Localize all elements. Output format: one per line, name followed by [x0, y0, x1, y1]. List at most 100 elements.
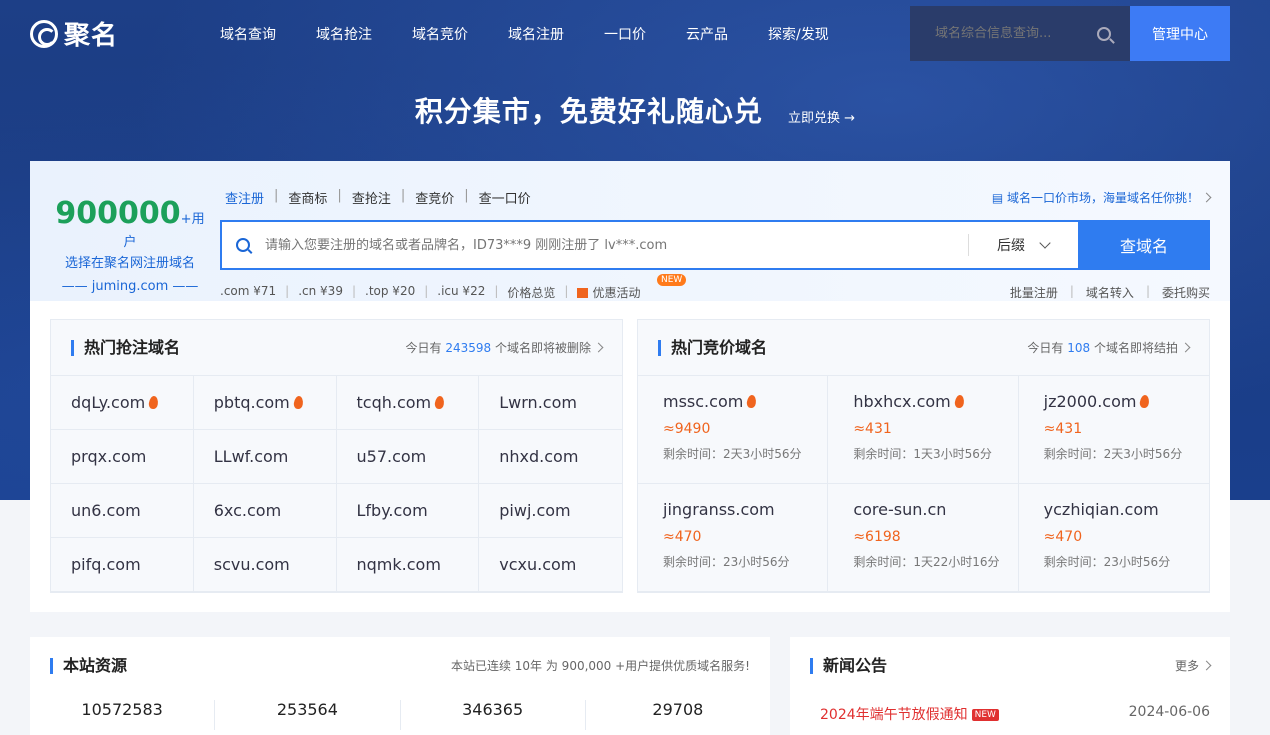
domain-name: Lwrn.com [499, 393, 577, 412]
snatch-domain-item[interactable]: nhxd.com [479, 430, 622, 484]
domain-transfer-link[interactable]: 域名转入 [1086, 284, 1134, 301]
search-icon[interactable] [1097, 26, 1111, 41]
auction-domain-item[interactable]: jz2000.com ≈431 剩余时间：2天3小时56分 [1018, 376, 1209, 484]
auction-domain-item[interactable]: yczhiqian.com ≈470 剩余时间：23小时56分 [1018, 484, 1209, 592]
search-tabs: 查注册 | 查商标 | 查抢注 | 查竞价 | 查一口价 [225, 188, 541, 207]
page-root: 聚名 域名查询 域名抢注 域名竞价 域名注册 一口价 云产品 探索/发现 管理中… [0, 0, 1270, 735]
nav-item-domain-snatch[interactable]: 域名抢注 [316, 24, 372, 44]
snatch-domain-item[interactable]: Lfby.com [336, 484, 480, 538]
tab-check-trademark[interactable]: 查商标 [278, 188, 337, 207]
price-top[interactable]: .top ¥20 [365, 284, 415, 301]
domain-search-input[interactable] [265, 237, 965, 253]
snatch-domain-item[interactable]: scvu.com [193, 538, 337, 592]
resources-title: 本站资源 [50, 657, 127, 674]
domain-name: prqx.com [71, 447, 147, 466]
news-item[interactable]: 2024年端午节放假通知 NEW 2024-06-06 [790, 674, 1230, 724]
tab-check-auction[interactable]: 查竞价 [405, 188, 464, 207]
entrusted-purchase-link[interactable]: 委托购买 [1162, 284, 1210, 301]
price-com[interactable]: .com ¥71 [220, 284, 276, 301]
suffix-dropdown[interactable]: 后缀 [968, 234, 1051, 256]
snatch-domain-item[interactable]: pbtq.com [193, 376, 337, 430]
search-icon [236, 238, 250, 252]
auction-domain-item[interactable]: core-sun.cn ≈6198 剩余时间：1天22小时16分 [828, 484, 1019, 592]
domain-name: nqmk.com [356, 555, 441, 574]
tab-check-register[interactable]: 查注册 [225, 188, 274, 207]
snatch-domain-item[interactable]: Lwrn.com [479, 376, 622, 430]
snatch-domain-item[interactable]: piwj.com [479, 484, 622, 538]
nav-item-domain-register[interactable]: 域名注册 [508, 24, 564, 44]
snatch-domain-item[interactable]: pifq.com [51, 538, 194, 592]
resource-stats: 10572583 253564 346365 29708 [30, 700, 770, 730]
top-nav-bar: 聚名 域名查询 域名抢注 域名竞价 域名注册 一口价 云产品 探索/发现 管理中… [30, 6, 1230, 61]
tab-check-snatch[interactable]: 查抢注 [342, 188, 401, 207]
snatch-domain-item[interactable]: prqx.com [51, 430, 194, 484]
auction-price: ≈9490 [663, 421, 711, 437]
auction-time-left: 剩余时间：1天22小时16分 [853, 555, 1000, 569]
auction-domain-item[interactable]: jingranss.com ≈470 剩余时间：23小时56分 [638, 484, 829, 592]
news-item-title[interactable]: 2024年端午节放假通知 [820, 707, 968, 723]
fire-icon [1139, 394, 1151, 409]
banner-redeem-link[interactable]: 立即兑换 → [788, 111, 855, 126]
nav-item-cloud[interactable]: 云产品 [686, 24, 728, 44]
chevron-right-icon [593, 342, 604, 353]
logo[interactable]: 聚名 [30, 6, 200, 61]
nav-item-domain-query[interactable]: 域名查询 [220, 24, 276, 44]
new-badge: NEW [657, 274, 687, 286]
auction-time-left: 剩余时间：23小时56分 [663, 555, 790, 569]
snatch-domain-item[interactable]: vcxu.com [479, 538, 622, 592]
search-domain-button[interactable]: 查域名 [1078, 220, 1210, 270]
hot-snatch-meta[interactable]: 今日有 243598 个域名即将被删除 [406, 339, 604, 356]
news-more-link[interactable]: 更多 [1175, 657, 1212, 674]
resources-meta: 本站已连续 10年 为 900,000 +用户提供优质域名服务! [450, 659, 750, 673]
hot-snatch-title: 热门抢注域名 [71, 339, 180, 356]
nav-item-explore[interactable]: 探索/发现 [768, 24, 829, 44]
news-item-date: 2024-06-06 [1128, 704, 1210, 720]
auction-domain-name-row: hbxhcx.com [853, 392, 1017, 411]
snatch-domain-item[interactable]: 6xc.com [193, 484, 337, 538]
stat-value: 10572583 [30, 700, 216, 730]
domain-name: yczhiqian.com [1043, 500, 1159, 519]
nav-item-fixed-price[interactable]: 一口价 [604, 24, 646, 44]
snatch-domain-item[interactable]: un6.com [51, 484, 194, 538]
nav-item-domain-auction[interactable]: 域名竞价 [412, 24, 468, 44]
tab-check-fixed-price[interactable]: 查一口价 [469, 188, 541, 207]
user-count: 900000 [55, 196, 181, 231]
main-card: 900000+用户 选择在聚名网注册域名 —— juming.com —— 查注… [30, 161, 1230, 612]
domain-search-box: 后缀 查域名 [220, 220, 1210, 270]
admin-center-button[interactable]: 管理中心 [1130, 6, 1230, 61]
auction-domain-name-row: mssc.com [663, 392, 827, 411]
auction-domain-item[interactable]: hbxhcx.com ≈431 剩余时间：1天3小时56分 [828, 376, 1019, 484]
hot-snatch-panel: 热门抢注域名 今日有 243598 个域名即将被删除 dqLy.com pbtq.… [50, 319, 623, 593]
search-section: 900000+用户 选择在聚名网注册域名 —— juming.com —— 查注… [30, 161, 1230, 301]
domain-name: jingranss.com [663, 500, 775, 519]
price-list: .com ¥71 | .cn ¥39 | .top ¥20 | .icu ¥22 | 价… [220, 284, 641, 301]
snatch-domain-item[interactable]: dqLy.com [51, 376, 194, 430]
snatch-domain-item[interactable]: nqmk.com [336, 538, 480, 592]
snatch-domain-item[interactable]: LLwf.com [193, 430, 337, 484]
auction-domain-item[interactable]: mssc.com ≈9490 剩余时间：2天3小时56分 [638, 376, 829, 484]
auction-time-left: 剩余时间：23小时56分 [1043, 555, 1171, 569]
auction-domain-name-row: jingranss.com [663, 500, 827, 519]
promotion-link[interactable]: 优惠活动 [577, 284, 640, 301]
fixed-price-market-link[interactable]: ▤ 域名一口价市场，海量域名任你挑！ [992, 189, 1212, 206]
price-overview-link[interactable]: 价格总览 [507, 284, 555, 301]
auction-price: ≈470 [1043, 529, 1083, 545]
hot-auction-meta[interactable]: 今日有 108 个域名即将结拍 [1027, 339, 1191, 356]
domain-name: Lfby.com [356, 501, 428, 520]
news-card: 新闻公告 更多 2024年端午节放假通知 NEW 2024-06-06 [790, 637, 1230, 735]
snatch-domain-item[interactable]: u57.com [336, 430, 480, 484]
hot-auction-grid: mssc.com ≈9490 剩余时间：2天3小时56分 hbxhcx.com ≈431… [638, 376, 1209, 592]
chevron-right-icon [1201, 192, 1212, 203]
bulk-register-link[interactable]: 批量注册 [1010, 284, 1058, 301]
price-cn[interactable]: .cn ¥39 [298, 284, 343, 301]
snatch-domain-item[interactable]: tcqh.com [336, 376, 480, 430]
stat-value: 346365 [401, 700, 586, 730]
domain-name: 6xc.com [213, 501, 282, 520]
auction-price: ≈431 [1043, 421, 1083, 437]
auction-price: ≈431 [853, 421, 892, 437]
chevron-right-icon [1180, 342, 1191, 353]
domain-name: un6.com [71, 501, 141, 520]
top-search-input[interactable] [935, 26, 1085, 41]
price-icu[interactable]: .icu ¥22 [437, 284, 485, 301]
domain-name: pifq.com [71, 555, 141, 574]
